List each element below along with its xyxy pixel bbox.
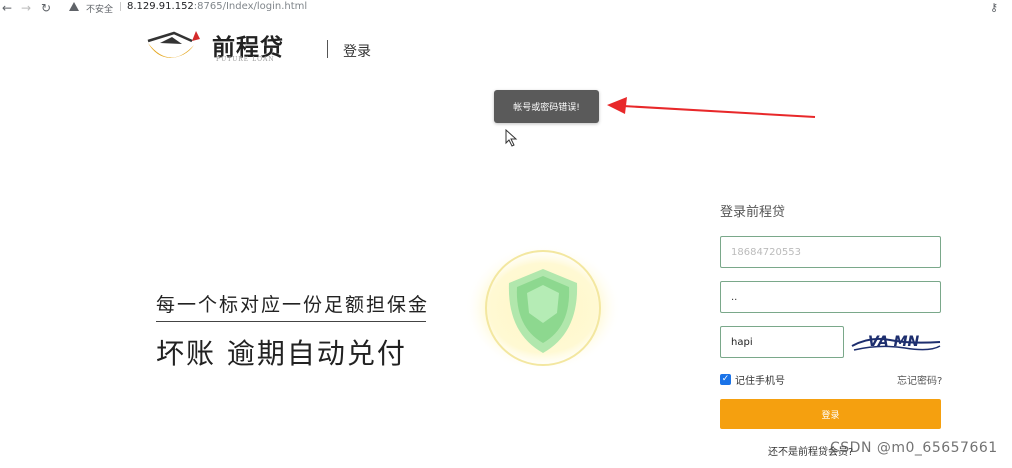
- key-icon[interactable]: ⚷: [990, 1, 998, 14]
- mouse-cursor-icon: [505, 129, 518, 147]
- browser-toolbar: ← → ↻ 不安全 | 8.129.91.152:8765/Index/logi…: [0, 0, 1012, 16]
- login-form-title: 登录前程贷: [720, 205, 786, 220]
- remember-checkbox[interactable]: ✓: [720, 374, 731, 385]
- captcha-image[interactable]: VA MN: [850, 326, 942, 356]
- captcha-input[interactable]: hapi: [720, 326, 844, 358]
- hero-tagline: 每一个标对应一份足额担保金: [156, 294, 430, 316]
- arrow-left-icon[interactable]: ←: [0, 1, 14, 15]
- logo-icon[interactable]: [146, 27, 202, 63]
- remember-phone[interactable]: ✓ 记住手机号: [720, 372, 785, 387]
- url-separator: |: [119, 2, 123, 12]
- header-divider: [327, 40, 328, 58]
- password-field[interactable]: ..: [720, 281, 941, 313]
- shield-icon: [465, 244, 621, 372]
- error-toast-message: 帐号或密码错误!: [513, 103, 580, 113]
- login-button-label: 登录: [821, 410, 840, 421]
- login-button[interactable]: 登录: [720, 399, 941, 429]
- forgot-password-link[interactable]: 忘记密码?: [897, 372, 942, 387]
- captcha-text: VA MN: [868, 334, 920, 350]
- arrow-right-icon[interactable]: →: [19, 1, 33, 15]
- url-path: :8765/Index/login.html: [193, 1, 308, 12]
- url-host: 8.129.91.152: [127, 1, 194, 12]
- logo-subtitle: FUTURE LOAN: [216, 56, 275, 63]
- hero-underline: [156, 321, 426, 322]
- insecure-label[interactable]: 不安全: [86, 2, 113, 15]
- annotation-arrow-icon: [607, 97, 816, 118]
- remember-label: 记住手机号: [735, 376, 785, 387]
- warning-icon[interactable]: [69, 2, 79, 11]
- hero-headline: 坏账 逾期自动兑付: [156, 337, 407, 370]
- reload-icon[interactable]: ↻: [39, 1, 53, 15]
- header-login-label: 登录: [343, 44, 371, 60]
- csdn-watermark: CSDN @m0_65657661: [830, 440, 998, 456]
- phone-field[interactable]: 18684720553: [720, 236, 941, 268]
- address-bar[interactable]: 8.129.91.152:8765/Index/login.html: [127, 1, 307, 12]
- error-toast: 帐号或密码错误!: [494, 90, 599, 123]
